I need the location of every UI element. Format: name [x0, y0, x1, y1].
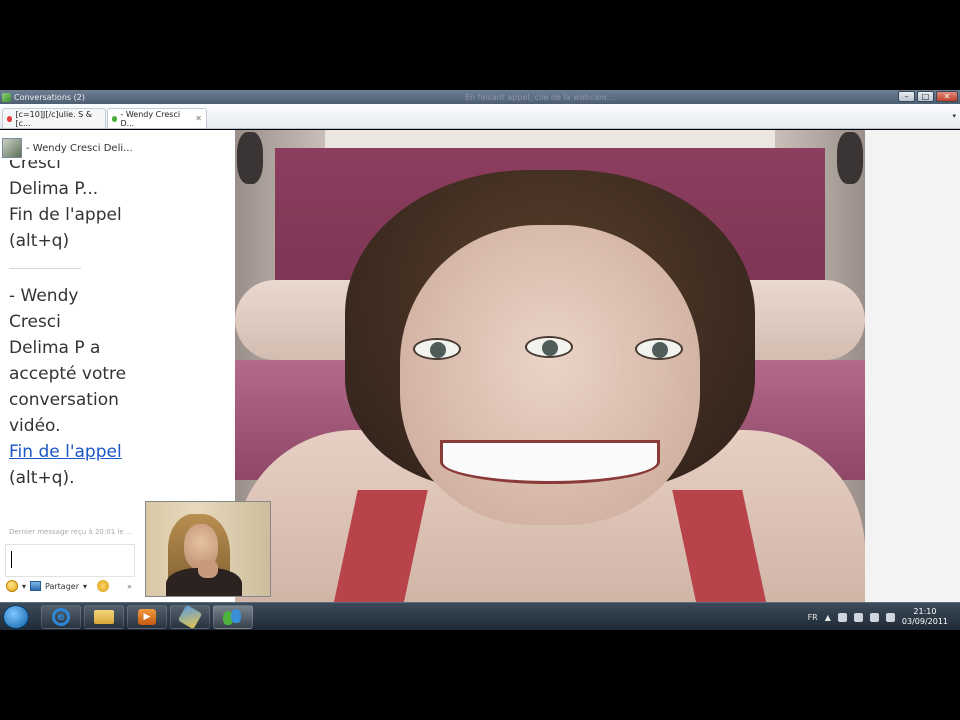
video-eye-right [635, 338, 683, 360]
system-clock[interactable]: 21:10 03/09/2011 [902, 607, 948, 627]
emoticon-icon[interactable] [6, 580, 18, 592]
video-eye-center [525, 336, 573, 358]
windows-taskbar: e ▶ FR ▲ 21:10 03/09/2011 [0, 602, 960, 630]
messenger-icon [223, 609, 243, 625]
tab-conversation-wendy[interactable]: - Wendy Cresci D... ✕ [107, 108, 207, 128]
window-title: Conversations (2) [14, 92, 85, 102]
end-call-link[interactable]: Fin de l'appel [9, 439, 134, 465]
remote-video-feed[interactable] [235, 130, 865, 602]
message-video-accepted: - Wendy Cresci Delima P a accepté votre … [9, 283, 134, 491]
message-line: accepté votre [9, 364, 127, 384]
message-line: (alt+q) [9, 231, 70, 251]
video-lamp-left [237, 132, 263, 184]
video-eye-left [413, 338, 461, 360]
tab-label: [c=10]J[/c]ulie. S & [c... [15, 109, 93, 128]
close-button[interactable]: ✕ [936, 91, 958, 102]
wink-icon[interactable] [97, 580, 110, 592]
message-line: - Wendy [9, 286, 79, 306]
window-controls: – □ ✕ [898, 91, 958, 102]
messenger-icon [2, 92, 11, 102]
share-chevron-icon[interactable]: ▾ [83, 582, 87, 591]
share-button[interactable]: Partager [45, 582, 79, 591]
signal-icon[interactable] [869, 612, 879, 622]
video-mouth [440, 440, 660, 484]
taskbar-messenger[interactable] [213, 605, 253, 629]
taskbar-media-player[interactable]: ▶ [127, 605, 167, 629]
letterbox-top [0, 0, 960, 90]
taskbar-paint[interactable] [170, 604, 210, 630]
internet-explorer-icon: e [52, 608, 70, 626]
network-icon[interactable] [837, 612, 847, 622]
video-lamp-right [837, 132, 863, 184]
window-ghost-title: En faisant appel, cile de la webcam... [464, 92, 615, 102]
emoticon-chevron-icon[interactable]: ▾ [22, 582, 26, 591]
system-tray: FR ▲ 21:10 03/09/2011 [808, 605, 948, 629]
volume-icon[interactable] [885, 612, 895, 622]
maximize-button[interactable]: □ [917, 91, 934, 102]
message-line: Cresci [9, 312, 61, 332]
message-history[interactable]: Cresci Delima P... Fin de l'appel (alt+q… [9, 160, 134, 535]
status-online-icon [112, 115, 118, 122]
self-view-hand [198, 560, 218, 578]
message-line: (alt+q). [9, 468, 75, 488]
start-button[interactable] [3, 605, 29, 629]
message-input[interactable] [5, 544, 135, 577]
message-line: vidéo. [9, 416, 61, 436]
clock-date: 03/09/2011 [901, 617, 948, 626]
self-view-video[interactable] [145, 501, 271, 597]
status-busy-icon [7, 115, 13, 122]
message-line: conversation [9, 390, 119, 410]
more-options-icon[interactable]: » [127, 582, 132, 591]
contact-header[interactable]: - Wendy Cresci Deli... [2, 138, 133, 158]
letterbox-bottom [0, 630, 960, 720]
paint-icon [177, 604, 203, 630]
message-line: Fin de l'appel [9, 205, 122, 225]
message-end-call: Cresci Delima P... Fin de l'appel (alt+q… [9, 160, 134, 254]
taskbar-explorer[interactable] [84, 605, 124, 629]
tab-close-icon[interactable]: ✕ [195, 114, 202, 123]
tray-expand-icon[interactable]: ▲ [825, 613, 831, 622]
tab-conversation-julie[interactable]: [c=10]J[/c]ulie. S & [c... [2, 108, 106, 128]
message-line: Cresci [9, 160, 61, 173]
message-divider [9, 268, 81, 269]
conversation-tab-bar: [c=10]J[/c]ulie. S & [c... - Wendy Cresc… [0, 104, 960, 129]
last-message-info: Dernier message reçu à 20:01 le ... [9, 528, 133, 536]
language-indicator[interactable]: FR [808, 613, 818, 622]
chat-toolbar: ▾ Partager ▾ » [6, 580, 132, 592]
media-player-icon: ▶ [138, 609, 156, 625]
share-icon[interactable] [30, 581, 42, 591]
message-line: Delima P a [9, 338, 101, 358]
clock-time: 21:10 [913, 607, 937, 616]
tab-label: - Wendy Cresci D... [120, 109, 181, 128]
right-side-pane [865, 130, 960, 602]
tab-menu-chevron-icon[interactable]: ▾ [952, 112, 956, 120]
contact-name[interactable]: - Wendy Cresci Deli... [26, 143, 133, 154]
action-center-icon[interactable] [853, 612, 863, 622]
folder-icon [94, 610, 114, 624]
window-title-bar[interactable]: Conversations (2) En faisant appel, cile… [0, 90, 960, 104]
text-caret [11, 551, 12, 568]
message-line: Delima P... [9, 179, 99, 199]
contact-avatar[interactable] [2, 138, 22, 158]
video-ceiling [235, 130, 865, 150]
minimize-button[interactable]: – [898, 91, 915, 102]
taskbar-internet-explorer[interactable]: e [41, 605, 81, 629]
